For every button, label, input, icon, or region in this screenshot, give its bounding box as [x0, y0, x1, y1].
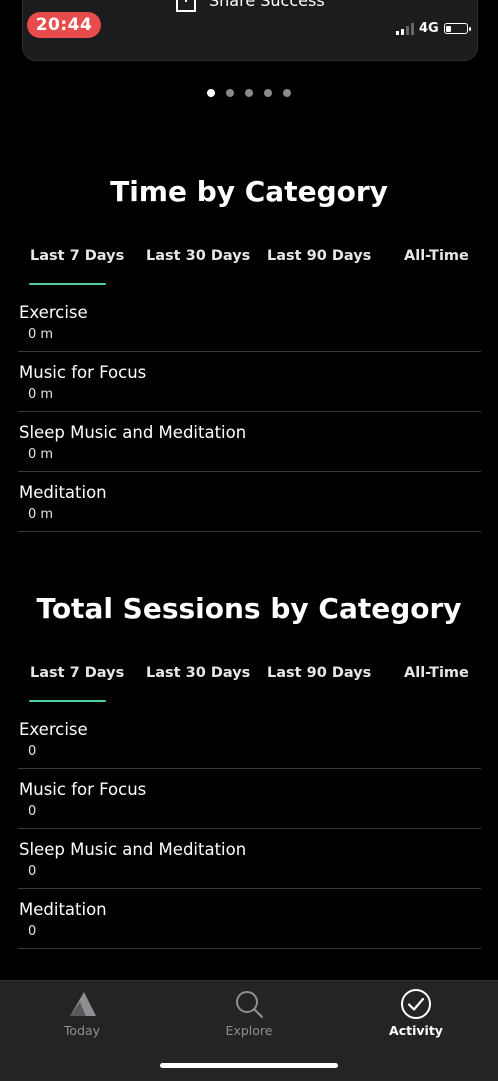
- time-range-tabs: Last 7 Days Last 30 Days Last 90 Days Al…: [0, 248, 498, 288]
- page-dot[interactable]: [283, 89, 291, 97]
- page-dot[interactable]: [245, 89, 253, 97]
- search-icon: [236, 991, 264, 1019]
- category-value: 0 m: [28, 447, 54, 462]
- sessions-range-tabs: Last 7 Days Last 30 Days Last 90 Days Al…: [0, 665, 498, 705]
- category-value: 0 m: [28, 507, 54, 522]
- tab-all-time[interactable]: All-Time: [404, 248, 469, 264]
- category-label: Sleep Music and Meditation: [19, 840, 247, 859]
- list-item: Exercise 0 m: [18, 292, 481, 352]
- list-item: Meditation 0 m: [18, 472, 481, 532]
- category-label: Sleep Music and Meditation: [19, 423, 247, 442]
- list-item: Music for Focus 0 m: [18, 352, 481, 412]
- share-success-button[interactable]: Share Success: [175, 0, 325, 12]
- signal-icon: [396, 22, 414, 35]
- battery-icon: [443, 23, 471, 34]
- category-label: Meditation: [19, 483, 107, 502]
- nav-activity[interactable]: Activity: [366, 989, 466, 1038]
- checkmark-circle-icon: [401, 989, 431, 1019]
- category-value: 0 m: [28, 327, 54, 342]
- nav-today[interactable]: Today: [32, 989, 132, 1038]
- page-indicator[interactable]: [0, 89, 498, 97]
- tab-last-90-days[interactable]: Last 90 Days: [267, 248, 371, 264]
- category-value: 0: [28, 744, 37, 759]
- tab-all-time[interactable]: All-Time: [404, 665, 469, 681]
- list-item: Music for Focus 0: [18, 769, 481, 829]
- share-icon: [176, 0, 196, 12]
- category-label: Meditation: [19, 900, 107, 919]
- active-tab-underline: [29, 283, 106, 285]
- tab-last-90-days[interactable]: Last 90 Days: [267, 665, 371, 681]
- list-item: Sleep Music and Meditation 0 m: [18, 412, 481, 472]
- network-label: 4G: [419, 21, 439, 36]
- active-tab-underline: [29, 700, 106, 702]
- category-value: 0: [28, 864, 37, 879]
- status-time: 20:44: [27, 12, 101, 38]
- nav-activity-label: Activity: [389, 1023, 443, 1038]
- list-item: Exercise 0: [18, 709, 481, 769]
- tab-last-30-days[interactable]: Last 30 Days: [146, 665, 250, 681]
- time-by-category-title: Time by Category: [110, 175, 388, 208]
- page-dot[interactable]: [226, 89, 234, 97]
- category-value: 0: [28, 924, 37, 939]
- sessions-by-category-title: Total Sessions by Category: [36, 592, 462, 625]
- category-value: 0 m: [28, 387, 54, 402]
- list-item: Sleep Music and Meditation 0: [18, 829, 481, 889]
- list-item: Meditation 0: [18, 889, 481, 949]
- category-label: Music for Focus: [19, 363, 147, 382]
- nav-explore[interactable]: Explore: [199, 989, 299, 1038]
- nav-explore-label: Explore: [225, 1023, 273, 1038]
- nav-today-label: Today: [63, 1023, 101, 1038]
- time-category-list: Exercise 0 m Music for Focus 0 m Sleep M…: [18, 292, 481, 532]
- tab-last-7-days[interactable]: Last 7 Days: [30, 248, 124, 264]
- tab-last-30-days[interactable]: Last 30 Days: [146, 248, 250, 264]
- tab-last-7-days[interactable]: Last 7 Days: [30, 665, 124, 681]
- share-success-label: Share Success: [209, 0, 325, 10]
- category-value: 0: [28, 804, 37, 819]
- mountain-icon: [70, 992, 96, 1016]
- page-dot[interactable]: [207, 89, 215, 97]
- page-dot[interactable]: [264, 89, 272, 97]
- category-label: Music for Focus: [19, 780, 147, 799]
- category-label: Exercise: [19, 303, 88, 322]
- category-label: Exercise: [19, 720, 88, 739]
- status-indicators: 4G: [396, 21, 471, 36]
- sessions-category-list: Exercise 0 Music for Focus 0 Sleep Music…: [18, 709, 481, 949]
- home-indicator[interactable]: [160, 1063, 338, 1068]
